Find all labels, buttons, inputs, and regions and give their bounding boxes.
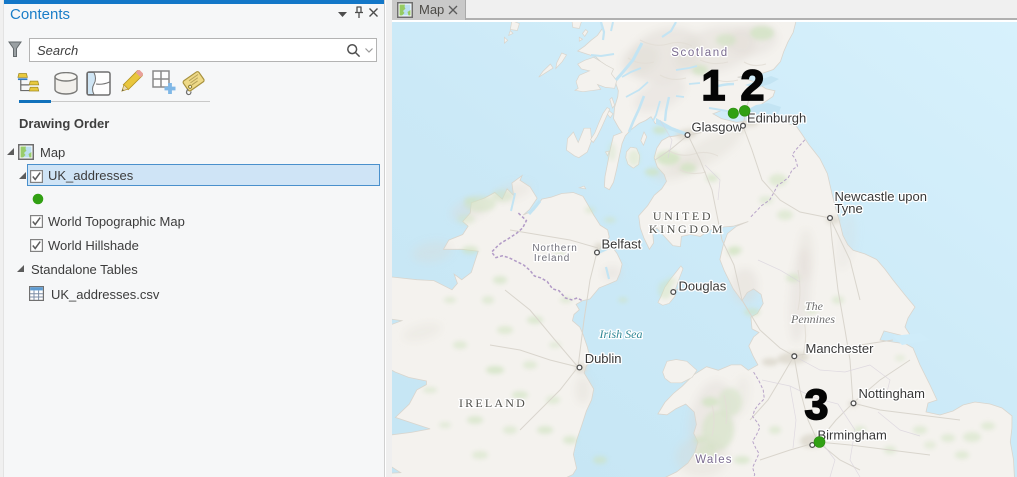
svg-text:1: 1 (702, 62, 726, 110)
svg-text:2: 2 (741, 62, 765, 110)
svg-text:UNITED: UNITED (653, 209, 713, 223)
svg-text:IRELAND: IRELAND (459, 396, 527, 410)
svg-text:Glasgow: Glasgow (692, 120, 743, 135)
svg-text:The: The (805, 299, 824, 313)
svg-text:Douglas: Douglas (679, 279, 727, 294)
svg-text:Nottingham: Nottingham (859, 386, 925, 401)
svg-text:Dublin: Dublin (585, 351, 622, 366)
svg-text:Belfast: Belfast (602, 237, 642, 252)
svg-text:Scotland: Scotland (671, 47, 729, 59)
svg-text:Edinburgh: Edinburgh (747, 111, 806, 126)
svg-text:Irish Sea: Irish Sea (599, 327, 643, 341)
svg-text:Pennines: Pennines (790, 312, 835, 326)
svg-text:Wales: Wales (695, 454, 733, 466)
svg-text:3: 3 (805, 381, 829, 429)
svg-text:Tyne: Tyne (835, 201, 863, 216)
svg-text:KINGDOM: KINGDOM (649, 222, 725, 236)
svg-text:Ireland: Ireland (534, 253, 570, 264)
svg-text:Birmingham: Birmingham (818, 428, 887, 443)
svg-text:Manchester: Manchester (806, 341, 875, 356)
